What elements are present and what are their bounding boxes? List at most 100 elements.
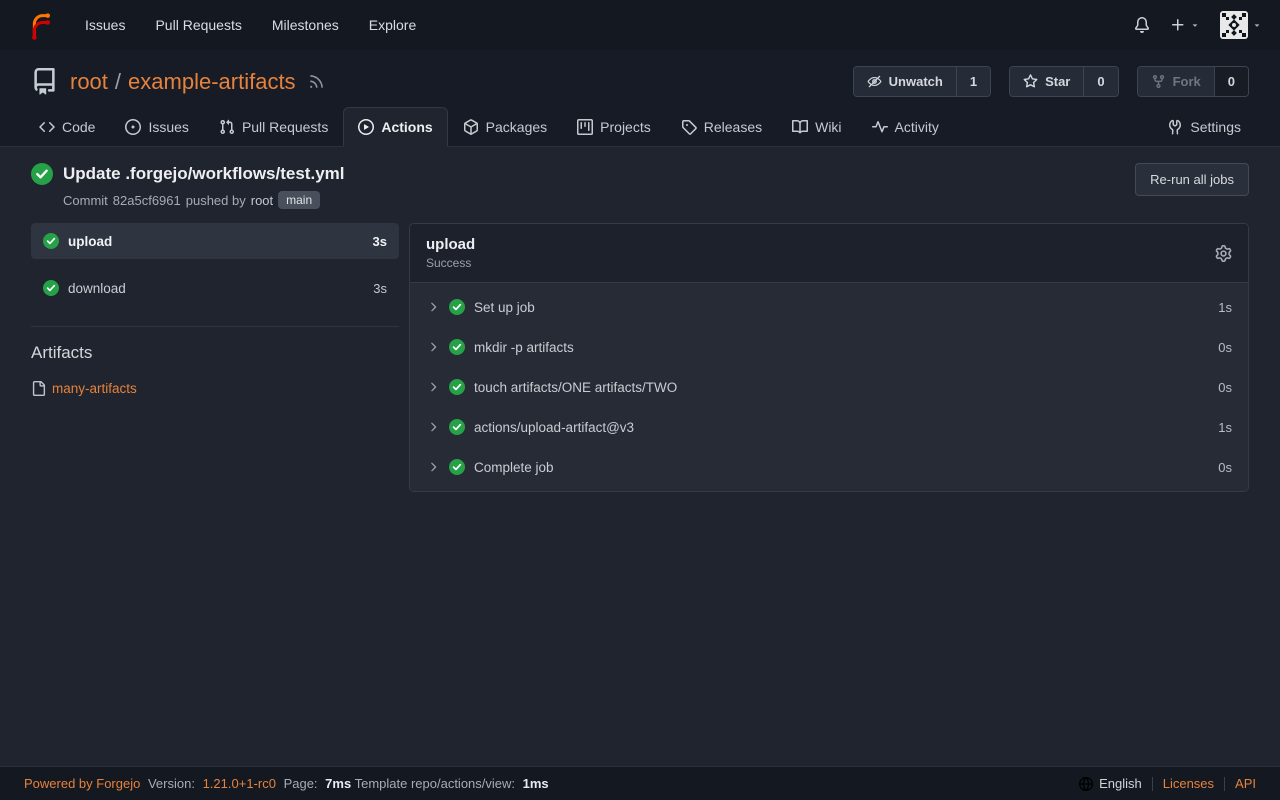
- gear-icon[interactable]: [1215, 245, 1232, 262]
- nav-link-explore[interactable]: Explore: [354, 0, 431, 50]
- footer-divider: [1224, 777, 1225, 791]
- unwatch-button[interactable]: Unwatch: [854, 67, 956, 96]
- project-icon: [577, 119, 593, 135]
- job-item-download[interactable]: download 3s: [31, 270, 399, 306]
- jobs-sidebar: upload 3s download 3s Artifacts many-art…: [31, 223, 399, 396]
- language-selector[interactable]: English: [1079, 776, 1142, 791]
- star-icon: [1023, 74, 1038, 89]
- commit-summary: Commit 82a5cf6961 pushed by root main: [63, 191, 345, 209]
- step-success-icon: [449, 299, 465, 315]
- play-circle-icon: [358, 119, 374, 135]
- job-detail-name: upload: [426, 236, 475, 253]
- job-success-icon: [43, 280, 59, 296]
- chevron-right-icon[interactable]: [426, 420, 440, 434]
- rerun-all-jobs-button[interactable]: Re-run all jobs: [1135, 163, 1249, 196]
- chevron-down-icon: [1190, 20, 1200, 30]
- tab-actions[interactable]: Actions: [343, 107, 447, 147]
- job-detail-header: upload Success: [410, 224, 1248, 283]
- chevron-right-icon[interactable]: [426, 340, 440, 354]
- package-icon: [463, 119, 479, 135]
- tab-releases[interactable]: Releases: [666, 107, 777, 147]
- step-row-touch[interactable]: touch artifacts/ONE artifacts/TWO 0s: [410, 367, 1248, 407]
- watchers-count[interactable]: 1: [956, 67, 990, 96]
- chevron-right-icon[interactable]: [426, 460, 440, 474]
- star-button[interactable]: Star: [1010, 67, 1083, 96]
- tab-pull-requests[interactable]: Pull Requests: [204, 107, 343, 147]
- step-row-upload-artifact[interactable]: actions/upload-artifact@v3 1s: [410, 407, 1248, 447]
- commit-author-link[interactable]: root: [251, 193, 273, 208]
- step-success-icon: [449, 339, 465, 355]
- page-footer: Powered by Forgejo Version: 1.21.0+1-rc0…: [0, 766, 1280, 800]
- top-navbar: Issues Pull Requests Milestones Explore: [0, 0, 1280, 50]
- job-success-icon: [43, 233, 59, 249]
- globe-icon: [1079, 777, 1093, 791]
- tab-packages[interactable]: Packages: [448, 107, 562, 147]
- tab-code[interactable]: Code: [24, 107, 110, 147]
- tab-activity[interactable]: Activity: [857, 107, 954, 147]
- pull-request-icon: [219, 119, 235, 135]
- step-row-mkdir[interactable]: mkdir -p artifacts 0s: [410, 327, 1248, 367]
- tab-wiki[interactable]: Wiki: [777, 107, 856, 147]
- language-label: English: [1099, 776, 1142, 791]
- job-detail-panel: upload Success Set up job 1s mkdir -p ar…: [409, 223, 1249, 492]
- artifact-download-link[interactable]: many-artifacts: [52, 381, 137, 396]
- tab-projects[interactable]: Projects: [562, 107, 666, 147]
- step-success-icon: [449, 419, 465, 435]
- rss-icon[interactable]: [308, 73, 325, 90]
- chevron-right-icon[interactable]: [426, 380, 440, 394]
- job-duration: 3s: [373, 281, 387, 296]
- create-new-dropdown[interactable]: [1170, 17, 1200, 33]
- step-label: touch artifacts/ONE artifacts/TWO: [474, 380, 677, 395]
- artifacts-heading: Artifacts: [31, 343, 399, 363]
- chevron-down-icon: [1252, 20, 1262, 30]
- repo-name-link[interactable]: example-artifacts: [128, 69, 296, 94]
- repo-owner-link[interactable]: root: [70, 69, 108, 94]
- notifications-button[interactable]: [1134, 17, 1150, 33]
- powered-by-link[interactable]: Powered by Forgejo: [24, 776, 140, 791]
- nav-link-pull-requests[interactable]: Pull Requests: [140, 0, 256, 50]
- breadcrumb-separator: /: [115, 69, 121, 94]
- step-row-set-up-job[interactable]: Set up job 1s: [410, 287, 1248, 327]
- artifact-item: many-artifacts: [31, 381, 399, 396]
- step-duration: 0s: [1218, 380, 1232, 395]
- tab-issues[interactable]: Issues: [110, 107, 203, 147]
- step-label: Set up job: [474, 300, 535, 315]
- fork-icon: [1151, 74, 1166, 89]
- forks-count[interactable]: 0: [1214, 67, 1248, 96]
- nav-link-issues[interactable]: Issues: [70, 0, 140, 50]
- commit-label: Commit: [63, 193, 108, 208]
- step-duration: 0s: [1218, 340, 1232, 355]
- steps-list: Set up job 1s mkdir -p artifacts 0s touc…: [410, 283, 1248, 491]
- tag-icon: [681, 119, 697, 135]
- tab-settings[interactable]: Settings: [1152, 107, 1256, 147]
- repo-breadcrumb: root / example-artifacts: [70, 69, 296, 95]
- api-link[interactable]: API: [1235, 776, 1256, 791]
- step-duration: 0s: [1218, 460, 1232, 475]
- run-success-icon: [31, 163, 53, 185]
- footer-divider: [1152, 777, 1153, 791]
- user-menu-dropdown[interactable]: [1220, 11, 1262, 39]
- forgejo-logo[interactable]: [24, 9, 56, 41]
- avatar: [1220, 11, 1248, 39]
- repo-icon: [31, 68, 58, 95]
- stars-count[interactable]: 0: [1083, 67, 1117, 96]
- version-link[interactable]: 1.21.0+1-rc0: [203, 776, 276, 791]
- unwatch-label: Unwatch: [889, 74, 943, 89]
- actions-run-view: Update .forgejo/workflows/test.yml Commi…: [0, 147, 1280, 766]
- chevron-right-icon[interactable]: [426, 300, 440, 314]
- repo-header: root/example-artifacts Unwatch 1 Star 0 …: [0, 50, 1280, 147]
- version-label: Version:: [148, 776, 195, 791]
- plus-icon: [1170, 17, 1186, 33]
- commit-sha-link[interactable]: 82a5cf6961: [113, 193, 181, 208]
- nav-link-milestones[interactable]: Milestones: [257, 0, 354, 50]
- step-success-icon: [449, 379, 465, 395]
- step-row-complete-job[interactable]: Complete job 0s: [410, 447, 1248, 487]
- branch-badge[interactable]: main: [278, 191, 320, 209]
- licenses-link[interactable]: Licenses: [1163, 776, 1214, 791]
- job-item-upload[interactable]: upload 3s: [31, 223, 399, 259]
- step-success-icon: [449, 459, 465, 475]
- step-duration: 1s: [1218, 300, 1232, 315]
- step-label: Complete job: [474, 460, 554, 475]
- star-button-group: Star 0: [1009, 66, 1119, 97]
- step-label: actions/upload-artifact@v3: [474, 420, 634, 435]
